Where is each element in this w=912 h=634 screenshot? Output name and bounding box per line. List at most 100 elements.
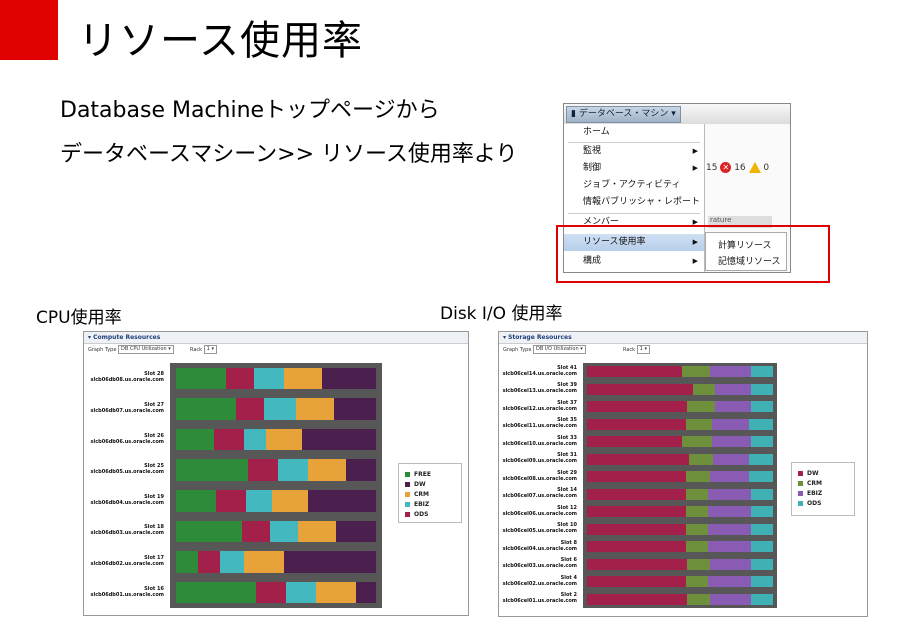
bar-segment-ods[interactable] (750, 488, 773, 500)
graph-type-select[interactable]: DB I/O Utilization ▾ (533, 345, 586, 354)
bar-segment-crm[interactable] (681, 366, 710, 378)
bar-segment-ods[interactable] (750, 383, 773, 395)
bar-segment-free[interactable] (176, 490, 216, 512)
bar-segment-crm[interactable] (689, 453, 714, 465)
bar-segment-dw[interactable] (336, 520, 376, 543)
target-menu-button[interactable]: ▮ データベース・マシン ▾ (566, 106, 681, 123)
rack-select[interactable]: 1 ▾ (636, 345, 650, 354)
rack-select[interactable]: 1 ▾ (203, 345, 217, 354)
menu-item-home[interactable]: ホーム (564, 124, 704, 141)
bar-segment-ods[interactable] (750, 366, 773, 378)
bar-segment-ebiz[interactable] (707, 488, 751, 500)
bar-segment-ebiz[interactable] (270, 520, 298, 543)
bar-segment-ebiz[interactable] (713, 453, 749, 465)
menu-item-job-activity[interactable]: ジョブ・アクティビティ (564, 177, 704, 194)
bar-segment-ods[interactable] (750, 576, 773, 588)
bar-segment-dw[interactable] (587, 418, 686, 430)
bar-segment-ods[interactable] (248, 459, 278, 481)
bar-segment-crm[interactable] (687, 558, 710, 570)
bar-segment-ods[interactable] (750, 541, 773, 553)
graph-type-select[interactable]: DB CPU Utilization ▾ (118, 345, 174, 354)
bar-segment-ebiz[interactable] (709, 471, 749, 483)
bar-segment-dw[interactable] (587, 593, 688, 605)
bar-segment-dw[interactable] (334, 398, 376, 420)
warning-icon[interactable] (748, 162, 761, 173)
bar-segment-dw[interactable] (587, 506, 686, 518)
storage-panel-header[interactable]: ▾ Storage Resources (499, 332, 867, 344)
critical-icon[interactable]: ✕ (720, 162, 732, 173)
bar-segment-ebiz[interactable] (286, 581, 316, 604)
bar-segment-dw[interactable] (587, 541, 686, 553)
bar-segment-crm[interactable] (296, 398, 334, 420)
bar-segment-ebiz[interactable] (715, 401, 751, 413)
bar-segment-ebiz[interactable] (244, 428, 266, 451)
bar-segment-free[interactable] (176, 398, 236, 420)
bar-segment-crm[interactable] (308, 459, 346, 481)
bar-segment-ebiz[interactable] (707, 541, 751, 553)
bar-segment-free[interactable] (176, 428, 214, 451)
bar-segment-ebiz[interactable] (715, 383, 751, 395)
bar-segment-ods[interactable] (750, 558, 773, 570)
bar-segment-crm[interactable] (298, 520, 336, 543)
bar-segment-crm[interactable] (685, 541, 708, 553)
bar-segment-ods[interactable] (748, 471, 773, 483)
bar-segment-ods[interactable] (226, 367, 254, 390)
bar-segment-crm[interactable] (272, 490, 308, 512)
bar-segment-dw[interactable] (587, 488, 686, 500)
bar-segment-ebiz[interactable] (220, 551, 244, 573)
bar-segment-ebiz[interactable] (264, 398, 296, 420)
bar-segment-free[interactable] (176, 459, 248, 481)
bar-segment-dw[interactable] (587, 436, 682, 448)
bar-segment-ebiz[interactable] (254, 367, 284, 390)
bar-segment-free[interactable] (176, 520, 242, 543)
bar-segment-dw[interactable] (587, 558, 688, 570)
bar-segment-ebiz[interactable] (707, 506, 751, 518)
bar-segment-dw[interactable] (346, 459, 376, 481)
bar-segment-dw[interactable] (322, 367, 376, 390)
bar-segment-crm[interactable] (244, 551, 284, 573)
bar-segment-crm[interactable] (685, 506, 708, 518)
bar-segment-crm[interactable] (685, 418, 712, 430)
bar-segment-ebiz[interactable] (707, 523, 751, 535)
bar-segment-ods[interactable] (750, 523, 773, 535)
bar-segment-crm[interactable] (685, 576, 708, 588)
bar-segment-ebiz[interactable] (278, 459, 308, 481)
bar-segment-free[interactable] (176, 367, 226, 390)
bar-segment-ods[interactable] (750, 593, 773, 605)
bar-segment-ods[interactable] (748, 453, 773, 465)
bar-segment-ebiz[interactable] (709, 558, 751, 570)
bar-segment-crm[interactable] (685, 523, 708, 535)
bar-segment-crm[interactable] (681, 436, 712, 448)
bar-segment-dw[interactable] (302, 428, 376, 451)
bar-segment-ods[interactable] (198, 551, 220, 573)
menu-item-control[interactable]: 制御 ▶ (564, 160, 704, 177)
compute-panel-header[interactable]: ▾ Compute Resources (84, 332, 468, 344)
bar-segment-ods[interactable] (214, 428, 244, 451)
bar-segment-ebiz[interactable] (709, 593, 751, 605)
bar-segment-crm[interactable] (687, 401, 716, 413)
bar-segment-crm[interactable] (284, 367, 322, 390)
bar-segment-ebiz[interactable] (709, 366, 751, 378)
bar-segment-free[interactable] (176, 581, 256, 604)
bar-segment-ods[interactable] (242, 520, 270, 543)
bar-segment-ods[interactable] (256, 581, 286, 604)
menu-item-monitor[interactable]: 監視 ▶ (564, 143, 704, 160)
bar-segment-dw[interactable] (587, 471, 686, 483)
bar-segment-dw[interactable] (587, 366, 682, 378)
bar-segment-dw[interactable] (587, 383, 694, 395)
bar-segment-crm[interactable] (266, 428, 302, 451)
bar-segment-crm[interactable] (316, 581, 356, 604)
menu-item-info-publisher[interactable]: 情報パブリッシャ・レポート (564, 194, 704, 211)
bar-segment-ebiz[interactable] (707, 576, 751, 588)
bar-segment-dw[interactable] (284, 551, 376, 573)
bar-segment-crm[interactable] (685, 488, 708, 500)
bar-segment-ods[interactable] (748, 418, 773, 430)
bar-segment-dw[interactable] (356, 581, 376, 604)
bar-segment-dw[interactable] (587, 401, 688, 413)
bar-segment-ebiz[interactable] (711, 418, 749, 430)
bar-segment-dw[interactable] (308, 490, 376, 512)
bar-segment-crm[interactable] (687, 593, 710, 605)
bar-segment-crm[interactable] (685, 471, 710, 483)
bar-segment-ebiz[interactable] (711, 436, 751, 448)
bar-segment-ods[interactable] (236, 398, 264, 420)
